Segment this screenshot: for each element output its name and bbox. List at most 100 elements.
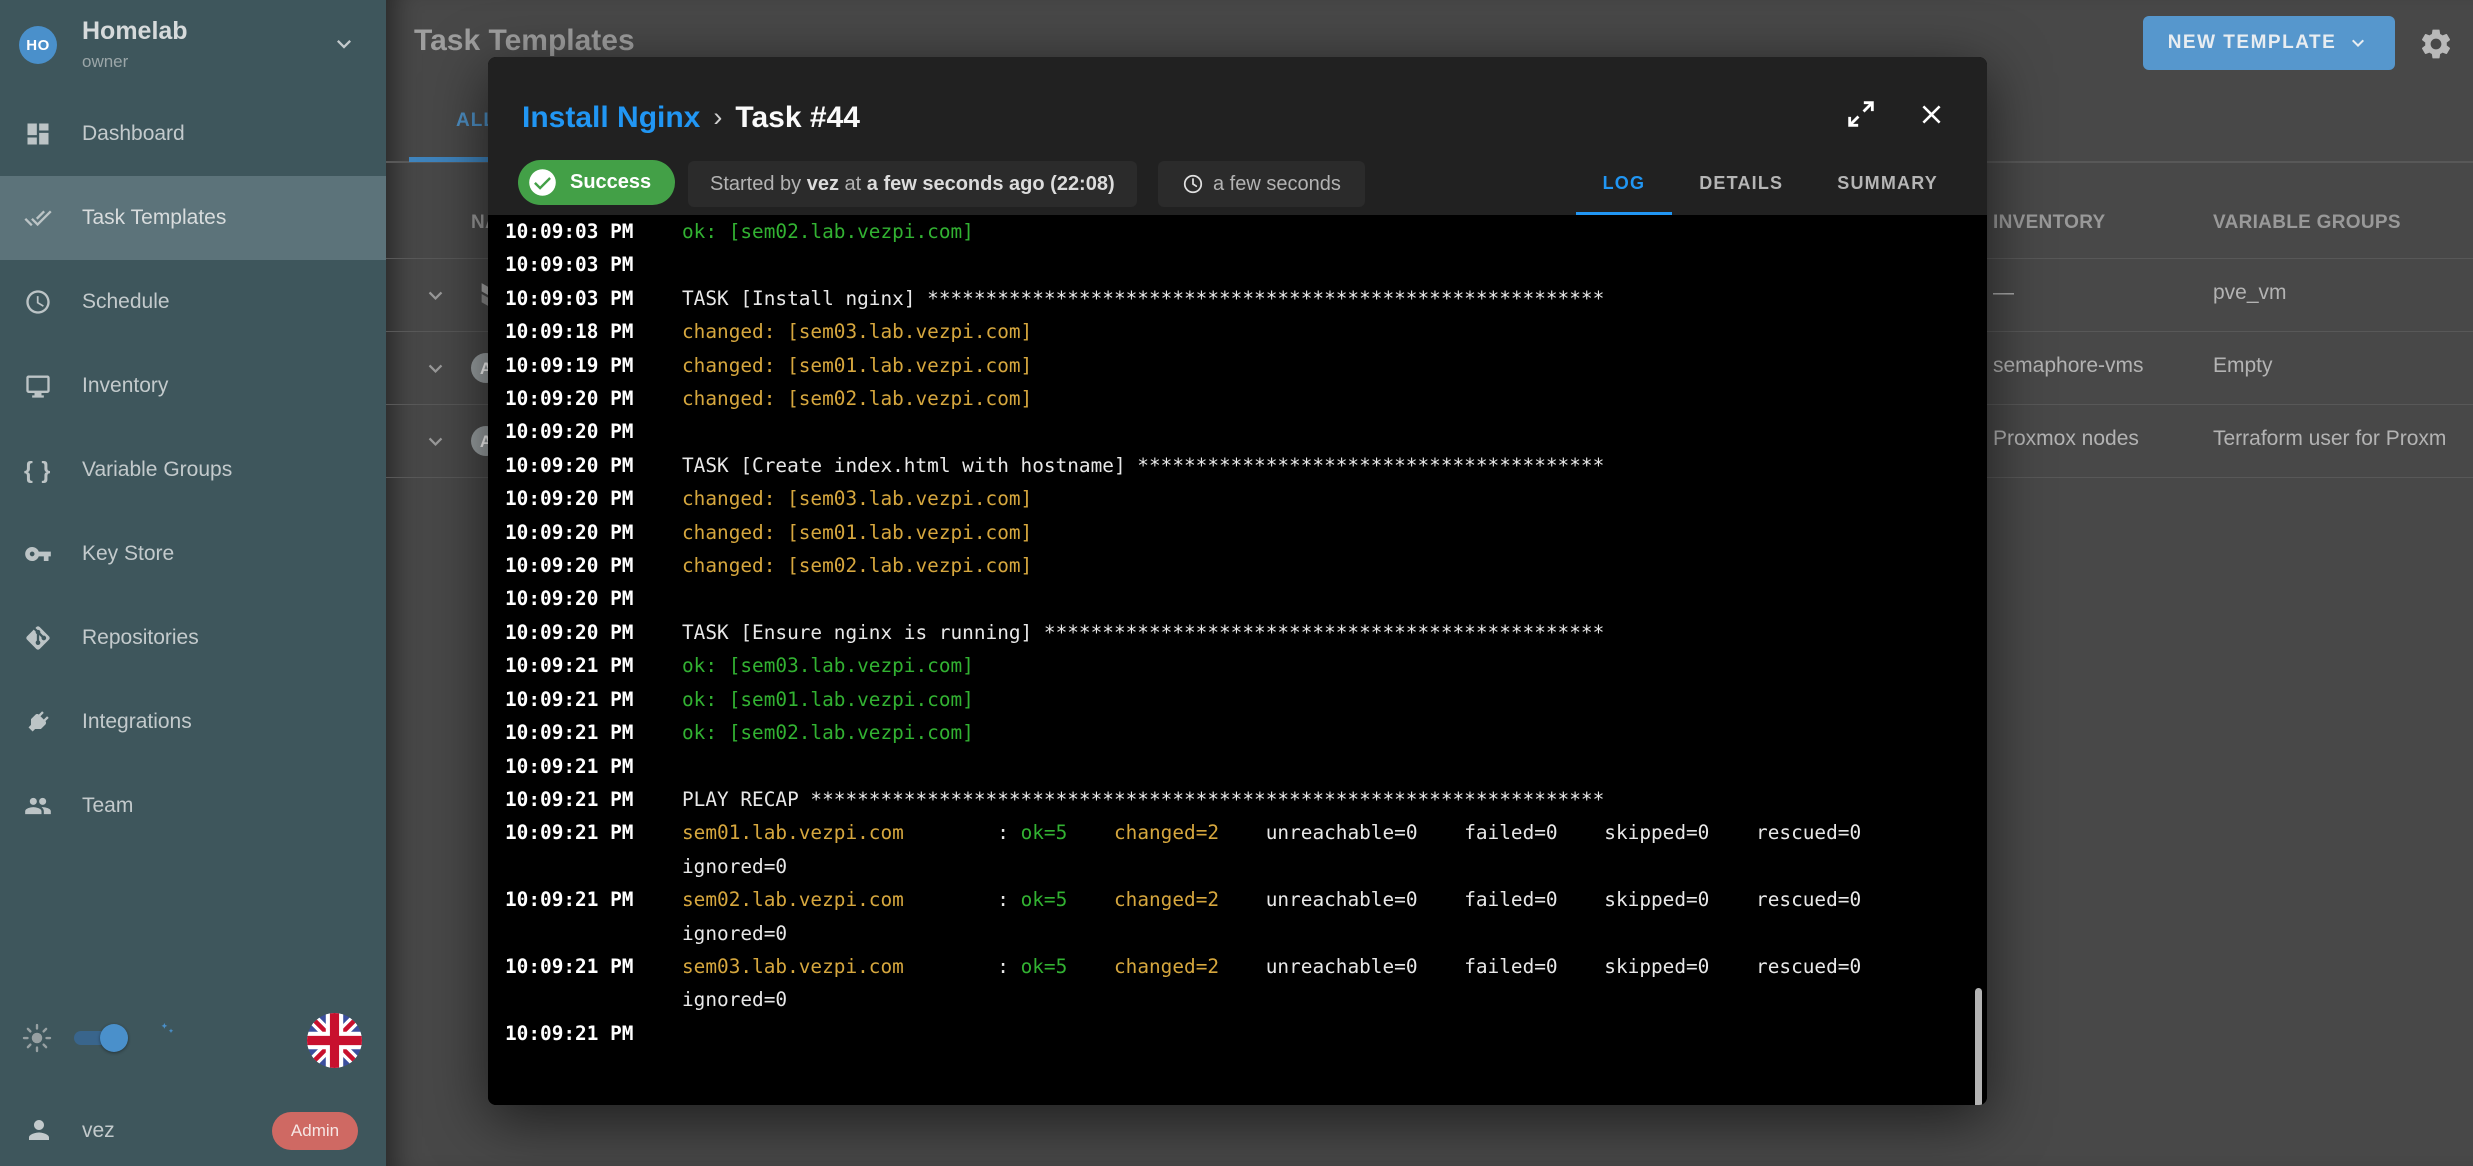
theme-row — [0, 1011, 386, 1071]
log-line: ignored=0 — [505, 917, 1987, 950]
log-timestamp: 10:09:20 PM — [505, 616, 634, 649]
team-role: owner — [82, 52, 128, 72]
column-header-inventory: INVENTORY — [1993, 212, 2106, 234]
check-circle-icon — [528, 168, 557, 197]
log-line: 10:09:21 PMsem02.lab.vezpi.com : ok=5 ch… — [505, 883, 1987, 916]
log-timestamp: 10:09:21 PM — [505, 783, 634, 816]
sidebar-item-schedule[interactable]: Schedule — [0, 260, 386, 344]
user-row[interactable]: vez Admin — [0, 1105, 386, 1161]
log-line: ignored=0 — [505, 850, 1987, 883]
log-timestamp: 10:09:21 PM — [505, 816, 634, 849]
log-text: PLAY RECAP *****************************… — [682, 788, 1604, 811]
log-text: ok: [sem02.lab.vezpi.com] — [682, 220, 974, 243]
new-template-label: NEW TEMPLATE — [2168, 32, 2337, 54]
new-template-button[interactable]: NEW TEMPLATE — [2143, 16, 2395, 70]
log-text: sem02.lab.vezpi.com — [682, 888, 997, 911]
sidebar: HO Homelab owner Dashboard Task Templates… — [0, 0, 386, 1166]
gear-icon[interactable] — [2418, 26, 2454, 62]
log-text: : — [997, 821, 1020, 844]
log-text: sem01.lab.vezpi.com — [682, 821, 997, 844]
sidebar-item-inventory[interactable]: Inventory — [0, 344, 386, 428]
log-text — [1067, 821, 1114, 844]
log-text: changed: [sem03.lab.vezpi.com] — [682, 487, 1032, 510]
log-timestamp: 10:09:03 PM — [505, 248, 634, 281]
breadcrumb-template-link[interactable]: Install Nginx — [522, 101, 700, 135]
log-timestamp: 10:09:03 PM — [505, 215, 634, 248]
cell-inventory: — — [1993, 281, 2014, 305]
log-timestamp: 10:09:21 PM — [505, 883, 634, 916]
sidebar-item-repositories[interactable]: Repositories — [0, 596, 386, 680]
modal-tab-details[interactable]: DETAILS — [1672, 155, 1810, 215]
sidebar-item-label: Integrations — [82, 710, 192, 734]
log-timestamp: 10:09:20 PM — [505, 382, 634, 415]
log-line: 10:09:20 PMchanged: [sem03.lab.vezpi.com… — [505, 482, 1987, 515]
duration-label: a few seconds — [1213, 173, 1341, 196]
log-text: unreachable=0 failed=0 skipped=0 rescued… — [1219, 888, 1861, 911]
moon-icon — [146, 1021, 176, 1051]
log-timestamp: 10:09:21 PM — [505, 750, 634, 783]
modal-tab-summary[interactable]: SUMMARY — [1810, 155, 1965, 215]
done-all-icon — [24, 204, 52, 232]
chevron-down-icon[interactable] — [422, 355, 449, 382]
sidebar-item-key-store[interactable]: Key Store — [0, 512, 386, 596]
sidebar-item-integrations[interactable]: Integrations — [0, 680, 386, 764]
clock-icon — [1182, 173, 1204, 195]
log-text: unreachable=0 failed=0 skipped=0 rescued… — [1219, 821, 1861, 844]
started-chip: Started by vez at a few seconds ago (22:… — [688, 161, 1137, 207]
started-user: vez — [807, 173, 839, 196]
sidebar-item-label: Variable Groups — [82, 458, 232, 482]
log-text: changed: [sem01.lab.vezpi.com] — [682, 521, 1032, 544]
duration-chip: a few seconds — [1158, 161, 1365, 207]
log-line: 10:09:03 PM ok: [sem02.lab.vezpi.com] — [505, 215, 1987, 248]
log-text — [1067, 888, 1114, 911]
sidebar-item-team[interactable]: Team — [0, 764, 386, 848]
chevron-down-icon[interactable] — [330, 30, 358, 58]
log-text: ok: [sem03.lab.vezpi.com] — [682, 654, 974, 677]
log-text: changed=2 — [1114, 955, 1219, 978]
chevron-down-icon[interactable] — [422, 282, 449, 309]
log-scrollbar[interactable] — [1975, 988, 1982, 1105]
column-header-variable-groups: VARIABLE GROUPS — [2213, 212, 2401, 234]
sidebar-item-label: Repositories — [82, 626, 199, 650]
log-line: 10:09:21 PMsem01.lab.vezpi.com : ok=5 ch… — [505, 816, 1987, 849]
cell-variable-groups: Terraform user for Proxm — [2213, 427, 2446, 451]
theme-toggle[interactable] — [70, 1027, 128, 1049]
cell-variable-groups: Empty — [2213, 354, 2273, 378]
close-icon[interactable] — [1916, 99, 1947, 130]
log-text: TASK [Ensure nginx is running] *********… — [682, 621, 1604, 644]
log-panel: 10:09:03 PMok: [sem02.lab.vezpi.com]10:0… — [488, 215, 1987, 1105]
chevron-down-icon[interactable] — [422, 428, 449, 455]
toggle-knob[interactable] — [100, 1024, 128, 1052]
expand-icon[interactable] — [1844, 97, 1878, 131]
sidebar-item-variable-groups[interactable]: { }Variable Groups — [0, 428, 386, 512]
sidebar-item-dashboard[interactable]: Dashboard — [0, 92, 386, 176]
modal-tab-log[interactable]: LOG — [1576, 155, 1673, 215]
team-switcher[interactable]: HO Homelab owner — [0, 0, 386, 92]
status-badge: Success — [518, 160, 675, 205]
log-line: ignored=0 — [505, 983, 1987, 1016]
cell-inventory: Proxmox nodes — [1993, 427, 2139, 451]
user-name: vez — [82, 1119, 115, 1143]
sidebar-item-label: Task Templates — [82, 206, 226, 230]
log-line: 10:09:03 PMTASK [Install nginx] ********… — [505, 282, 1987, 315]
log-text: changed: [sem02.lab.vezpi.com] — [682, 554, 1032, 577]
uk-flag-icon[interactable] — [307, 1013, 362, 1068]
log-text: : — [997, 955, 1020, 978]
log-line: 10:09:03 PM — [505, 248, 1987, 281]
log-timestamp: 10:09:21 PM — [505, 950, 634, 983]
log-text: changed=2 — [1114, 821, 1219, 844]
log-text — [1067, 955, 1114, 978]
page-title: Task Templates — [414, 24, 635, 58]
sidebar-item-task-templates[interactable]: Task Templates — [0, 176, 386, 260]
log-text: ignored=0 — [682, 988, 787, 1011]
status-label: Success — [570, 171, 651, 194]
log-text: changed: [sem03.lab.vezpi.com] — [682, 320, 1032, 343]
modal-tabs: LOGDETAILSSUMMARY — [1576, 155, 1965, 215]
log-line: 10:09:20 PMchanged: [sem01.lab.vezpi.com… — [505, 516, 1987, 549]
log-timestamp: 10:09:21 PM — [505, 716, 634, 749]
log-line: 10:09:20 PMchanged: [sem02.lab.vezpi.com… — [505, 549, 1987, 582]
sidebar-item-label: Key Store — [82, 542, 174, 566]
log-text: TASK [Install nginx] *******************… — [682, 287, 1604, 310]
log-text: changed: [sem02.lab.vezpi.com] — [682, 387, 1032, 410]
people-icon — [24, 792, 52, 820]
